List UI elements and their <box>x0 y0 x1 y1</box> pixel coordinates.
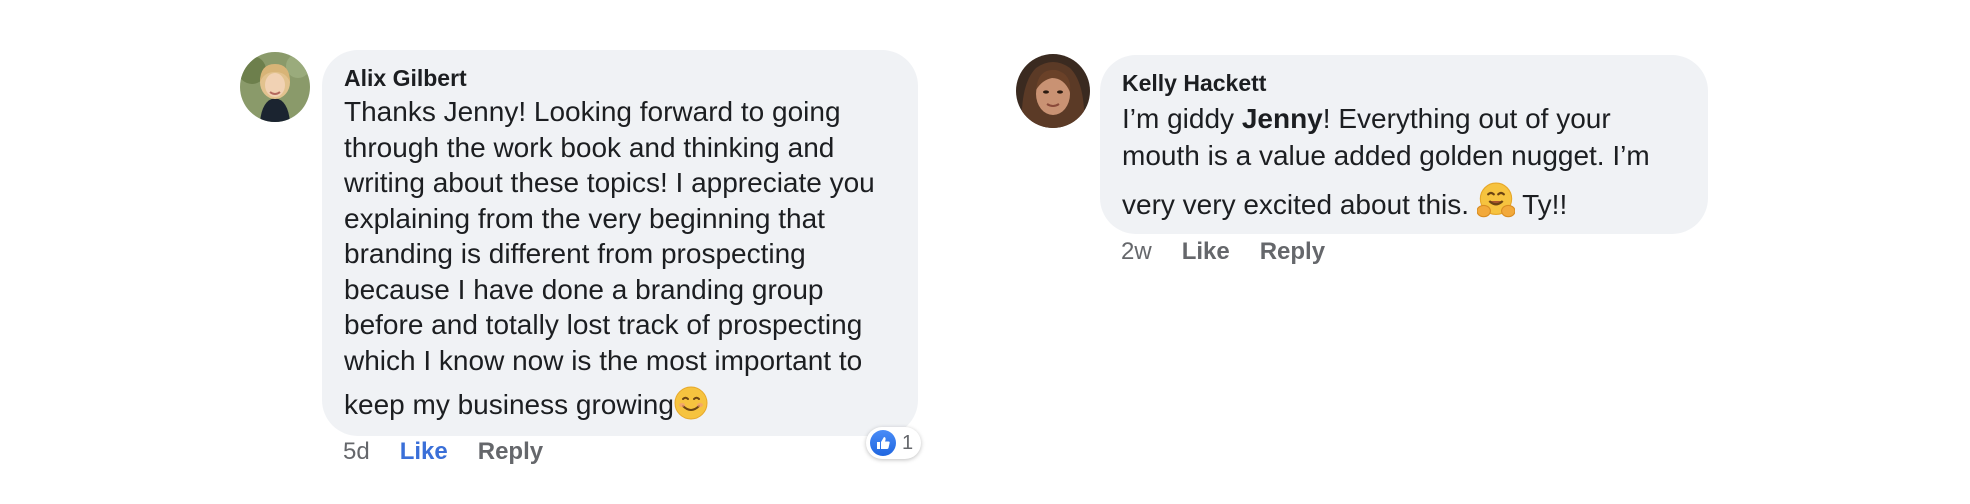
comment-line-text: Ty!! <box>1514 189 1568 220</box>
reply-button[interactable]: Reply <box>1260 238 1325 266</box>
author-name[interactable]: Kelly Hackett <box>1122 69 1686 97</box>
comment-line: explaining from the very beginning that <box>344 202 825 234</box>
comment-text: Thanks Jenny! Looking forward to going t… <box>344 94 896 423</box>
reaction-count: 1 <box>902 431 914 454</box>
comment-line-text: very very excited about this. <box>1122 189 1477 220</box>
timestamp[interactable]: 5d <box>343 438 370 466</box>
comment-line: because I have done a branding group <box>344 273 824 305</box>
comment-line-text: I’m giddy <box>1122 103 1242 134</box>
timestamp[interactable]: 2w <box>1121 238 1152 266</box>
comment-line: I’m giddy Jenny! Everything out of your <box>1122 100 1686 137</box>
comment-bubble: Kelly Hackett I’m giddy Jenny! Everythin… <box>1100 55 1708 234</box>
avatar-kelly-hackett[interactable] <box>1016 54 1090 128</box>
author-name[interactable]: Alix Gilbert <box>344 64 896 92</box>
comment-line-text: ! Everything out of your <box>1322 103 1611 134</box>
thumbs-up-icon <box>870 430 896 456</box>
comment-actions: 5d Like Reply <box>343 438 543 466</box>
avatar-alix-gilbert[interactable] <box>240 52 310 122</box>
mentioned-name[interactable]: Jenny <box>1242 103 1323 134</box>
comment-line-text: keep my business growing <box>344 389 674 420</box>
reaction-summary[interactable]: 1 <box>866 427 922 459</box>
comment-line: which I know now is the most important t… <box>344 344 863 376</box>
comment-line: through the work book and thinking and <box>344 131 835 163</box>
comment-line: mouth is a value added golden nugget. I’… <box>1122 140 1650 171</box>
comment-line: keep my business growing <box>344 386 896 423</box>
like-button[interactable]: Like <box>1182 238 1230 266</box>
hugging-face-emoji-icon <box>1476 182 1515 218</box>
comment-line: very very excited about this. Ty!! <box>1122 182 1686 223</box>
smiling-face-emoji-icon <box>674 386 708 420</box>
comment-line: writing about these topics! I appreciate… <box>344 167 875 198</box>
like-button[interactable]: Like <box>400 438 448 466</box>
comment-actions: 2w Like Reply <box>1121 238 1325 266</box>
comment-line: Thanks Jenny! Looking forward to going <box>344 96 841 127</box>
comment-bubble: Alix Gilbert Thanks Jenny! Looking forwa… <box>322 50 918 436</box>
comment-text: I’m giddy Jenny! Everything out of your … <box>1122 100 1686 223</box>
comment-line: before and totally lost track of prospec… <box>344 309 863 340</box>
reply-button[interactable]: Reply <box>478 438 543 466</box>
comment-line: branding is different from prospecting <box>344 238 806 269</box>
